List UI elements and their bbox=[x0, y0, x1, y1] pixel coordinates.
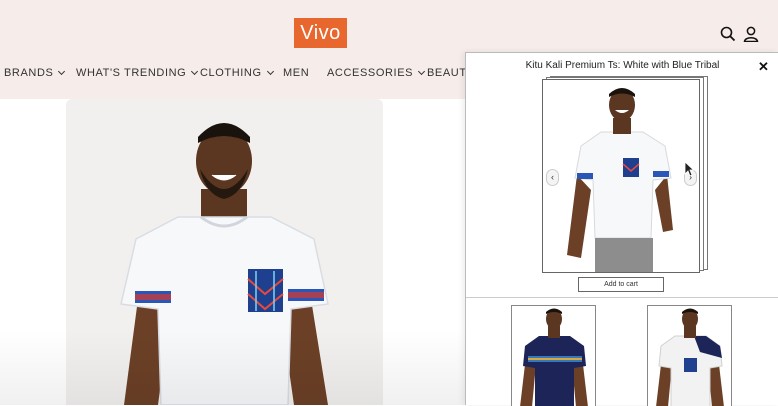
mouse-cursor-icon bbox=[684, 161, 694, 177]
nav-item-accessories[interactable]: ACCESSORIES bbox=[327, 67, 426, 79]
close-icon[interactable]: ✕ bbox=[758, 59, 769, 75]
navy-tribal-tshirt-photo bbox=[520, 308, 588, 406]
quickview-title: Kitu Kali Premium Ts: White with Blue Tr… bbox=[525, 60, 720, 71]
chevron-down-icon bbox=[191, 67, 199, 76]
nav-item-men[interactable]: MEN bbox=[283, 67, 309, 79]
nav-item-brands[interactable]: BRANDS bbox=[4, 67, 66, 79]
nav-item-whats-trending[interactable]: WHAT'S TRENDING bbox=[76, 67, 199, 79]
nav-item-clothing[interactable]: CLOTHING bbox=[200, 67, 274, 79]
search-icon[interactable] bbox=[720, 26, 736, 42]
chevron-down-icon bbox=[418, 67, 426, 76]
product-quickview-panel: Kitu Kali Premium Ts: White with Blue Tr… bbox=[465, 52, 778, 406]
gallery-prev-button[interactable]: ‹ bbox=[546, 169, 559, 186]
related-product-thumbnail[interactable] bbox=[511, 305, 596, 406]
chevron-down-icon bbox=[266, 67, 274, 76]
site-logo[interactable]: Vivo bbox=[294, 18, 347, 48]
white-tribal-shoulder-tshirt-photo bbox=[656, 308, 724, 406]
model-white-tribal-tshirt-photo bbox=[543, 80, 699, 272]
user-icon[interactable] bbox=[743, 26, 759, 42]
chevron-down-icon bbox=[58, 67, 66, 76]
related-product-thumbnail[interactable] bbox=[647, 305, 732, 406]
divider bbox=[466, 297, 778, 298]
quickview-main-image[interactable] bbox=[542, 79, 700, 273]
add-to-cart-button[interactable]: Add to cart bbox=[578, 277, 664, 292]
